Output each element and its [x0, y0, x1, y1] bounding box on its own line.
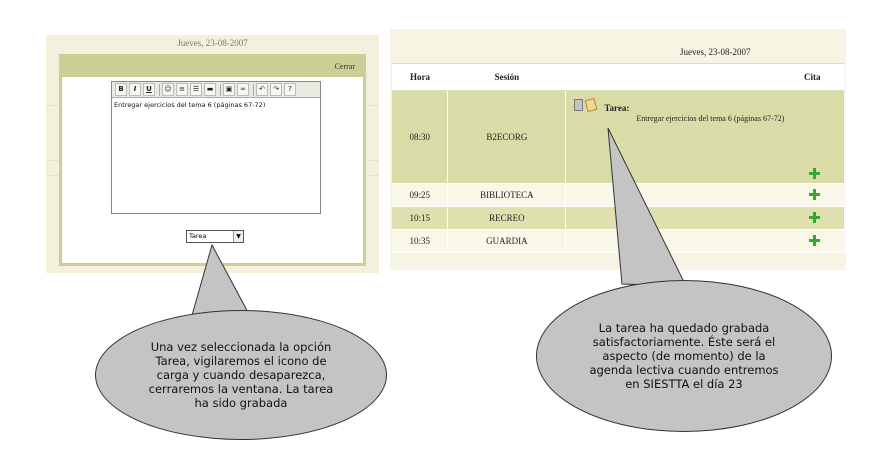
right-callout-text: La tarea ha quedado grabada satisfactori…	[589, 321, 779, 391]
left-callout: Una vez seleccionada la opción Tarea, vi…	[95, 310, 387, 440]
right-callout-tail	[607, 127, 687, 287]
right-callout: La tarea ha quedado grabada satisfactori…	[536, 280, 832, 432]
left-callout-text: Una vez seleccionada la opción Tarea, vi…	[148, 340, 334, 410]
